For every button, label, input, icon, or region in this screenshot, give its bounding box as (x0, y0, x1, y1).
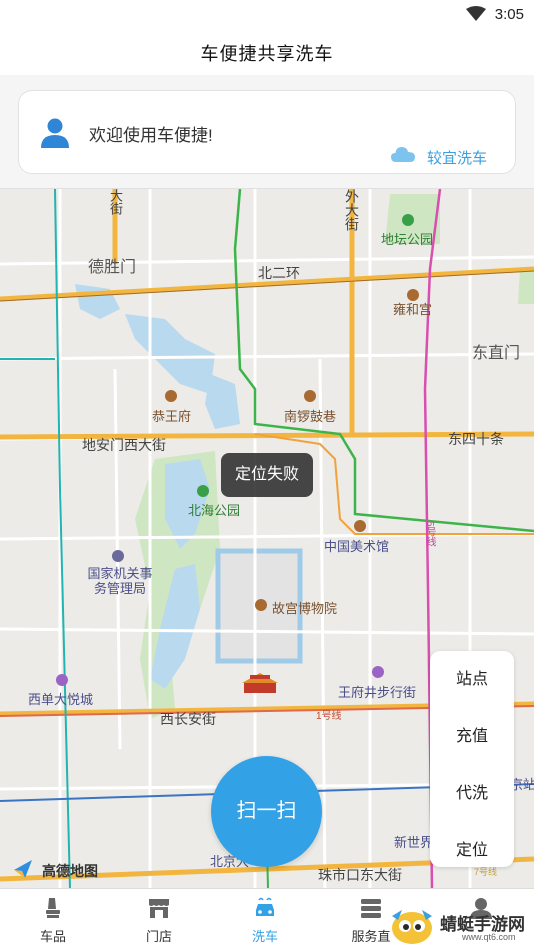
map-label: 王府井步行街 (338, 685, 417, 700)
nav-tab-carwash[interactable]: 洗车 (212, 889, 318, 949)
map-label: 新世界 (394, 835, 434, 850)
welcome-text: 欢迎使用车便捷! (89, 126, 213, 145)
map-label: 地安门西大街 (82, 437, 166, 453)
lake-area (205, 374, 240, 429)
map-label: 南锣鼓巷 (284, 409, 337, 424)
weather-advice[interactable]: 较宜洗车 (427, 147, 487, 168)
map-label: 大街 (108, 189, 123, 215)
store-icon (149, 899, 169, 918)
map-view[interactable]: 大街 德胜门 北二环 外大街 地坛公园 雍和宫 东直门 恭王府 南锣鼓巷 地安门… (0, 188, 534, 888)
map-label: 东直门 (472, 345, 521, 362)
map-label: 恭王府 (152, 409, 192, 424)
welcome-area: 欢迎使用车便捷! 较宜洗车 (0, 75, 534, 188)
user-icon (41, 118, 69, 148)
map-label: 故宫博物院 (272, 601, 338, 616)
menu-item-locate[interactable]: 定位 (430, 822, 514, 879)
map-label: 中国美术馆 (324, 539, 390, 554)
nav-tab-products[interactable]: 车品 (0, 889, 106, 949)
amap-logo: 高德地图 (12, 858, 112, 882)
map-label: 外大街 (344, 189, 360, 231)
map-label: 西单大悦城 (28, 692, 94, 707)
menu-item-station[interactable]: 站点 (430, 651, 514, 708)
watermark: 蜻蜓手游网 www.qt6.com (388, 906, 534, 949)
map-label: 北海公园 (188, 503, 241, 518)
menu-item-proxy-wash[interactable]: 代洗 (430, 765, 514, 822)
map-label: 5号线 (424, 521, 435, 547)
tiananmen-icon (242, 673, 278, 693)
map-label: 德胜门 (88, 259, 137, 276)
lake-area (125, 314, 215, 394)
location-failed-toast: 定位失败 (221, 453, 313, 497)
map-label: 西长安街 (160, 711, 216, 727)
cloud-icon (391, 147, 415, 162)
map-label: 地坛公园 (381, 232, 434, 247)
dragonfly-logo-icon (392, 910, 432, 944)
map-label: 雍和宫 (393, 302, 433, 317)
car-seat-icon (46, 898, 60, 918)
app-screen: 3:05 车便捷共享洗车 欢迎使用车便捷! 较宜洗车 大街 德胜门 北二环 外大… (0, 0, 534, 949)
amap-logo-text: 高德地图 (42, 863, 98, 879)
nav-label: 洗车 (251, 929, 278, 944)
map-label: 珠市口东大街 (318, 867, 402, 883)
nav-tab-stores[interactable]: 门店 (106, 889, 212, 949)
status-bar: 3:05 (0, 0, 534, 30)
map-label: 国家机关事务管理局 (87, 566, 153, 596)
map-label: 东四十条 (448, 431, 504, 447)
map-label: 北二环 (258, 265, 300, 281)
map-label: 1号线 (316, 711, 342, 722)
welcome-card: 欢迎使用车便捷! 较宜洗车 (18, 90, 516, 174)
map-side-menu: 站点 充值 代洗 定位 (430, 651, 514, 867)
status-time: 3:05 (494, 6, 524, 23)
nav-label: 门店 (145, 929, 172, 944)
watermark-url: www.qt6.com (462, 932, 516, 942)
title-bar: 车便捷共享洗车 (0, 30, 534, 75)
nav-label: 车品 (39, 929, 66, 944)
amap-arrow-icon (14, 860, 32, 878)
car-wash-icon (256, 897, 274, 916)
menu-item-recharge[interactable]: 充值 (430, 708, 514, 765)
page-title: 车便捷共享洗车 (200, 44, 334, 64)
scan-button[interactable]: 扫一扫 (211, 756, 322, 867)
park-area (518, 269, 534, 304)
wifi-icon (466, 6, 486, 21)
service-icon (361, 899, 381, 918)
lake-area (75, 284, 120, 319)
